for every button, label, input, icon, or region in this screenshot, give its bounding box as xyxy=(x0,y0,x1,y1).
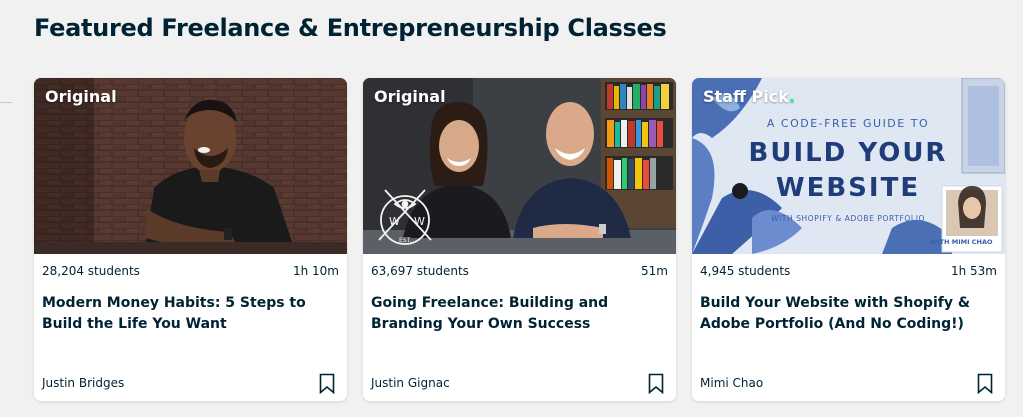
logo-text-right: W xyxy=(414,215,425,228)
duration: 1h 53m xyxy=(950,264,997,278)
teacher-name[interactable]: Justin Bridges xyxy=(42,376,124,390)
bookmark-icon[interactable] xyxy=(319,373,335,394)
class-title[interactable]: Modern Money Habits: 5 Steps to Build th… xyxy=(42,293,337,335)
original-badge: Original xyxy=(45,87,117,106)
staff-pick-badge: Staff Pick. xyxy=(703,87,795,106)
badge-text: Staff Pick xyxy=(703,87,789,106)
section-title: Featured Freelance & Entrepreneurship Cl… xyxy=(34,14,667,42)
class-meta: 63,697 students 51m xyxy=(371,264,668,278)
thumb-line1: A CODE-FREE GUIDE TO xyxy=(767,117,929,130)
divider xyxy=(0,102,12,103)
duration: 1h 10m xyxy=(292,264,339,278)
thumb-line2: BUILD YOUR xyxy=(749,138,948,168)
thumb-with-label: WITH MIMI CHAO xyxy=(930,238,993,246)
class-title[interactable]: Going Freelance: Building and Branding Y… xyxy=(371,293,666,335)
teacher-name[interactable]: Mimi Chao xyxy=(700,376,763,390)
student-count: 4,945 students xyxy=(700,264,791,278)
bookmark-icon[interactable] xyxy=(648,373,664,394)
logo-text-bottom: EST. xyxy=(399,237,412,244)
class-card-build-your-website[interactable]: A CODE-FREE GUIDE TO BUILD YOUR WEBSITE … xyxy=(692,78,1005,401)
logo-text-left: W xyxy=(389,215,400,228)
student-count: 28,204 students xyxy=(42,264,140,278)
class-thumbnail[interactable]: A CODE-FREE GUIDE TO BUILD YOUR WEBSITE … xyxy=(692,78,1005,254)
duration: 51m xyxy=(641,264,668,278)
class-thumbnail[interactable]: W W EST. Original xyxy=(363,78,676,254)
class-card-going-freelance[interactable]: W W EST. Original 63,697 students 51m Go… xyxy=(363,78,676,401)
thumb-line3: WEBSITE xyxy=(776,173,920,203)
class-title[interactable]: Build Your Website with Shopify & Adobe … xyxy=(700,293,995,335)
original-badge: Original xyxy=(374,87,446,106)
class-meta: 4,945 students 1h 53m xyxy=(700,264,997,278)
bookmark-icon[interactable] xyxy=(977,373,993,394)
class-thumbnail[interactable]: Original xyxy=(34,78,347,254)
student-count: 63,697 students xyxy=(371,264,469,278)
class-meta: 28,204 students 1h 10m xyxy=(42,264,339,278)
class-card-modern-money-habits[interactable]: Original 28,204 students 1h 10m Modern M… xyxy=(34,78,347,401)
teacher-name[interactable]: Justin Gignac xyxy=(371,376,450,390)
thumb-line4: WITH SHOPIFY & ADOBE PORTFOLIO xyxy=(771,214,925,223)
